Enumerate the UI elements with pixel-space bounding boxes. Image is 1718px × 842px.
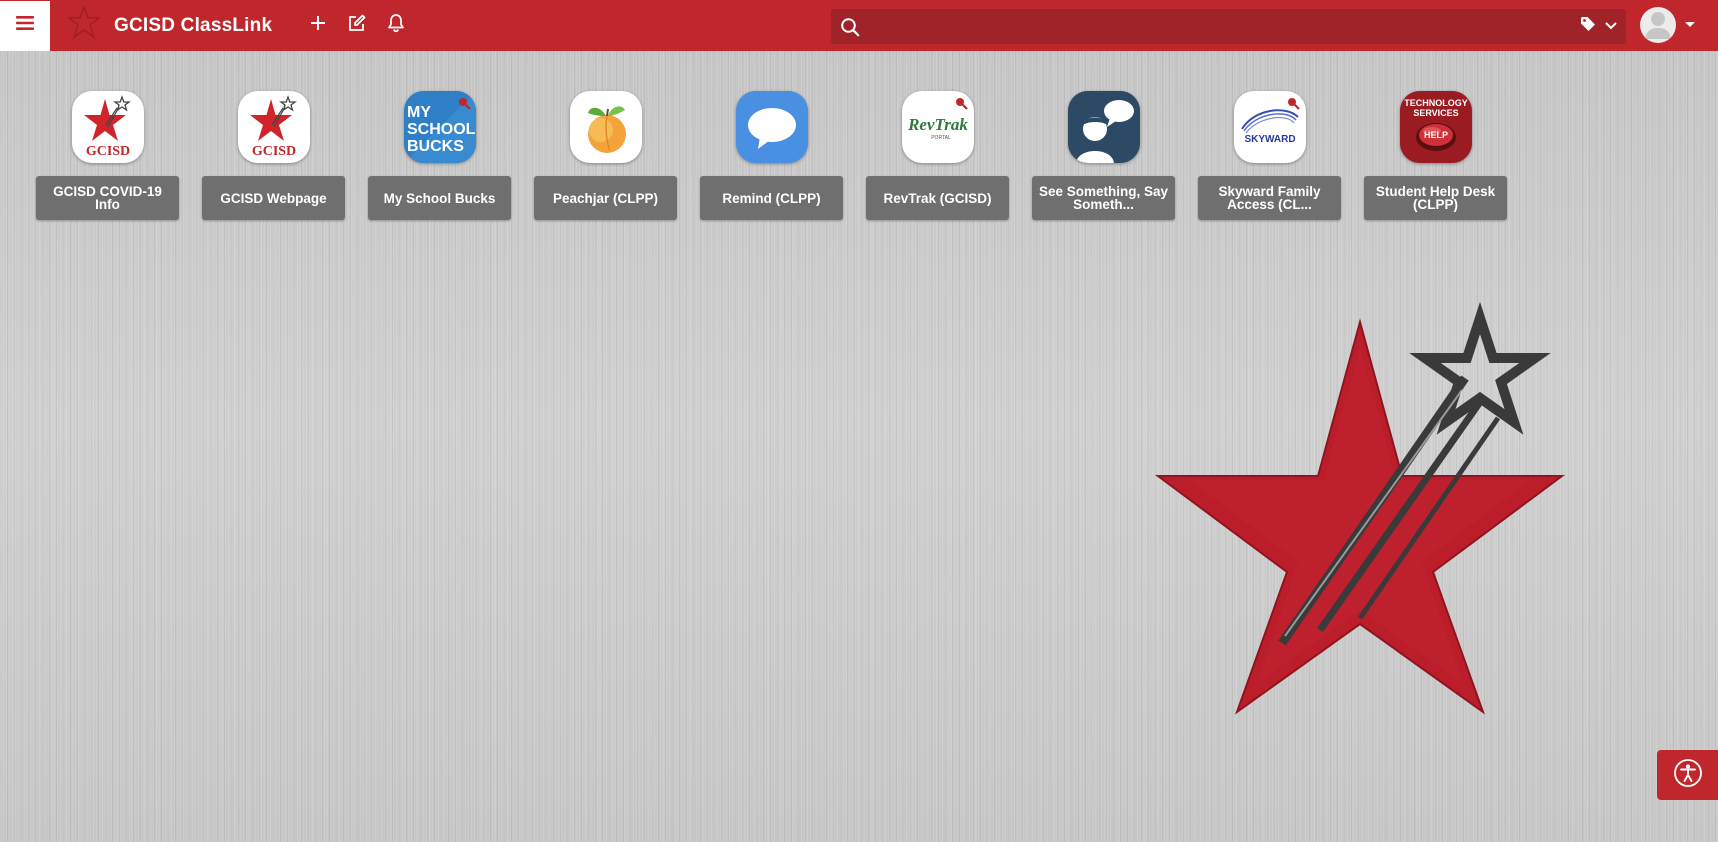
app-tile[interactable]: TECHNOLOGY SERVICES HELP Student Help De…: [1364, 91, 1507, 220]
user-avatar-icon: [1640, 7, 1676, 43]
app-label: Peachjar (CLPP): [534, 176, 677, 220]
search-icon[interactable]: [839, 16, 861, 38]
app-label: RevTrak (GCISD): [866, 176, 1009, 220]
msb-logo-text-3: BUCKS: [407, 138, 464, 155]
notifications-button[interactable]: [386, 13, 406, 38]
app-tile[interactable]: GCISD GCISD COVID-19 Info: [36, 91, 179, 220]
msb-logo-text-2: SCHOOL: [407, 121, 476, 138]
edit-button[interactable]: [347, 13, 367, 38]
plus-icon: [310, 15, 326, 36]
app-tile[interactable]: See Something, Say Someth...: [1032, 91, 1175, 220]
tech-logo-text-2: SERVICES: [1413, 108, 1458, 118]
search-input[interactable]: [861, 9, 1580, 44]
edit-icon: [347, 13, 367, 38]
chevron-down-icon: [1684, 16, 1696, 34]
help-logo-text: HELP: [1423, 130, 1447, 140]
gcisd-logo-text: GCISD: [85, 144, 129, 159]
app-label: Skyward Family Access (CL...: [1198, 176, 1341, 220]
top-bar: GCISD ClassLink: [0, 0, 1718, 51]
accessibility-button[interactable]: [1657, 750, 1718, 800]
menu-icon: [16, 15, 34, 36]
brand-name: GCISD ClassLink: [114, 14, 273, 36]
my-school-bucks-logo-icon: MY SCHOOL BUCKS: [403, 91, 476, 163]
user-menu[interactable]: [1640, 7, 1696, 43]
bell-icon: [387, 13, 405, 38]
app-label: GCISD COVID-19 Info: [36, 176, 179, 220]
app-label: Remind (CLPP): [700, 176, 843, 220]
gcisd-star-logo-icon: GCISD: [237, 91, 310, 163]
app-tile[interactable]: MY SCHOOL BUCKS My School Bucks: [368, 91, 511, 220]
app-label: GCISD Webpage: [202, 176, 345, 220]
add-button[interactable]: [308, 16, 328, 36]
revtrak-logo-text: RevTrak: [907, 115, 968, 134]
app-tile[interactable]: Remind (CLPP): [700, 91, 843, 220]
app-tile[interactable]: RevTrak PORTAL RevTrak (GCISD): [866, 91, 1009, 220]
tech-logo-text-1: TECHNOLOGY: [1404, 98, 1468, 108]
tech-services-help-logo-icon: TECHNOLOGY SERVICES HELP: [1399, 91, 1472, 163]
revtrak-logo-icon: RevTrak PORTAL: [901, 91, 974, 163]
app-tile[interactable]: GCISD GCISD Webpage: [202, 91, 345, 220]
gcisd-logo-text: GCISD: [251, 144, 295, 159]
skyward-logo-icon: SKYWARD: [1233, 91, 1306, 163]
search-bar: [831, 9, 1626, 44]
avatar: [1640, 7, 1676, 43]
person-speech-logo-icon: [1067, 91, 1140, 163]
toolbar: [308, 13, 425, 38]
menu-button[interactable]: [0, 0, 50, 51]
gcisd-star-logo-icon: GCISD: [71, 91, 144, 163]
brand[interactable]: GCISD ClassLink: [66, 3, 272, 48]
gcisd-star-icon: [66, 3, 102, 48]
tag-icon: [1580, 16, 1596, 37]
revtrak-logo-subtext: PORTAL: [931, 135, 951, 141]
app-label: Student Help Desk (CLPP): [1364, 176, 1507, 220]
chat-bubble-logo-icon: [735, 91, 808, 163]
chevron-down-icon: [1604, 18, 1618, 36]
peach-logo-icon: [569, 91, 642, 163]
app-tile[interactable]: Peachjar (CLPP): [534, 91, 677, 220]
app-label: See Something, Say Someth...: [1032, 176, 1175, 220]
app-label: My School Bucks: [368, 176, 511, 220]
msb-logo-text-1: MY: [407, 104, 431, 121]
app-tile[interactable]: SKYWARD Skyward Family Access (CL...: [1198, 91, 1341, 220]
skyward-logo-text: SKYWARD: [1244, 134, 1295, 145]
background-gcisd-star-logo: [1150, 300, 1570, 725]
tag-filter-button[interactable]: [1580, 16, 1618, 37]
app-grid: GCISD GCISD COVID-19 Info GCISD GCISD We…: [36, 91, 1530, 220]
accessibility-icon: [1673, 758, 1703, 793]
